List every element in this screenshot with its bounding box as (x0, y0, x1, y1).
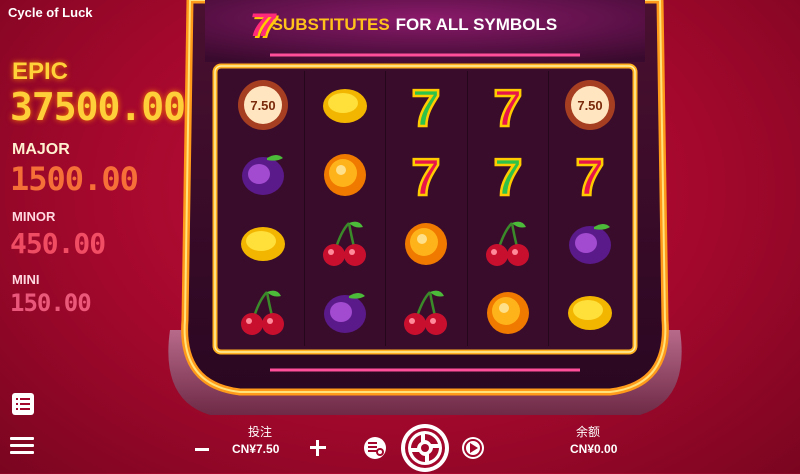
paytable-icon[interactable] (12, 393, 34, 415)
reel-cell (223, 208, 305, 278)
reel-cell (468, 277, 550, 346)
reel-cell: 7 (386, 139, 468, 209)
jackpot-epic-label: EPIC (12, 58, 69, 85)
banner-highlight: SUBSTITUTES (271, 15, 390, 34)
game-title: Cycle of Luck (8, 5, 93, 20)
orange-icon (323, 154, 366, 197)
plus-icon[interactable] (309, 439, 327, 457)
jackpot-mini-label: MINI (12, 272, 40, 287)
lemon-icon (322, 89, 367, 124)
jackpot-minor-value: 450.00 (10, 227, 106, 260)
menu-icon[interactable] (10, 436, 34, 456)
jackpot-major-value: 1500.00 (10, 160, 139, 198)
svg-text:7: 7 (412, 80, 441, 131)
spin-button[interactable] (399, 422, 451, 474)
jackpot-mini-value: 150.00 (10, 289, 92, 317)
jackpot-major-label: MAJOR (12, 141, 70, 158)
cherry-icon (322, 221, 366, 266)
cherry-icon (486, 221, 530, 266)
bet-label: 投注 (248, 425, 273, 439)
coin-icon: 7.50 (565, 80, 616, 131)
reel-cell (386, 277, 468, 346)
reel-cell (223, 277, 305, 346)
balance-value: CN¥0.00 (570, 442, 618, 456)
reel-cell: 7 (386, 71, 468, 140)
svg-text:7: 7 (576, 149, 605, 200)
minus-icon[interactable] (194, 441, 210, 457)
seven-red-icon: 7 (492, 79, 523, 131)
svg-text:7: 7 (494, 80, 523, 131)
reel-grid: 7.50 7 7 7.50 7 7 7 (223, 71, 631, 346)
orange-icon (487, 291, 530, 334)
jackpot-epic-value: 37500.00 (10, 85, 186, 129)
lemon-icon (241, 226, 286, 261)
jackpot-minor-label: MINOR (12, 209, 56, 224)
svg-text:7: 7 (494, 149, 523, 200)
cherry-icon (241, 290, 285, 335)
reel-cell (305, 139, 387, 209)
bet-value: CN¥7.50 (232, 442, 280, 456)
svg-text:7.50: 7.50 (251, 98, 276, 113)
plum-icon (569, 223, 612, 264)
wild-banner: 77 SUBSTITUTES FOR ALL SYMBOLS (250, 6, 570, 43)
turbo-play-icon[interactable] (460, 435, 486, 461)
seven-red-icon: 7 (574, 148, 605, 200)
cherry-icon (404, 290, 448, 335)
reel-cell (386, 208, 468, 278)
banner-text: FOR ALL SYMBOLS (395, 15, 558, 34)
reel-cell: 7 (468, 139, 550, 209)
seven-wild-icon: 77 (250, 6, 275, 43)
plum-icon (242, 155, 285, 196)
seven-red-icon: 7 (411, 148, 442, 200)
control-bar: 投注 CN¥7.50 余额 CN¥0.00 (190, 423, 670, 473)
reel-cell: 7 (549, 140, 631, 209)
svg-text:7.50: 7.50 (578, 98, 603, 113)
reel-cell (305, 71, 387, 140)
reel-cell: 7.50 (549, 71, 631, 140)
seven-green-icon: 7 (411, 79, 442, 131)
reel-cell (549, 277, 631, 346)
seven-green-icon: 7 (492, 148, 523, 200)
reel-cell (468, 208, 550, 278)
reel-cell (305, 277, 387, 346)
reel-cell (305, 208, 387, 278)
reel-cell: 7.50 (223, 71, 305, 140)
lemon-icon (568, 295, 613, 330)
reel-cell (223, 139, 305, 209)
balance-label: 余额 (576, 425, 601, 439)
reel-cell: 7 (468, 71, 550, 140)
coin-icon: 7.50 (238, 80, 289, 131)
plum-icon (323, 292, 366, 333)
orange-icon (405, 222, 448, 265)
autoplay-settings-icon[interactable] (362, 435, 388, 461)
svg-text:7: 7 (412, 149, 441, 200)
reel-cell (549, 209, 631, 278)
